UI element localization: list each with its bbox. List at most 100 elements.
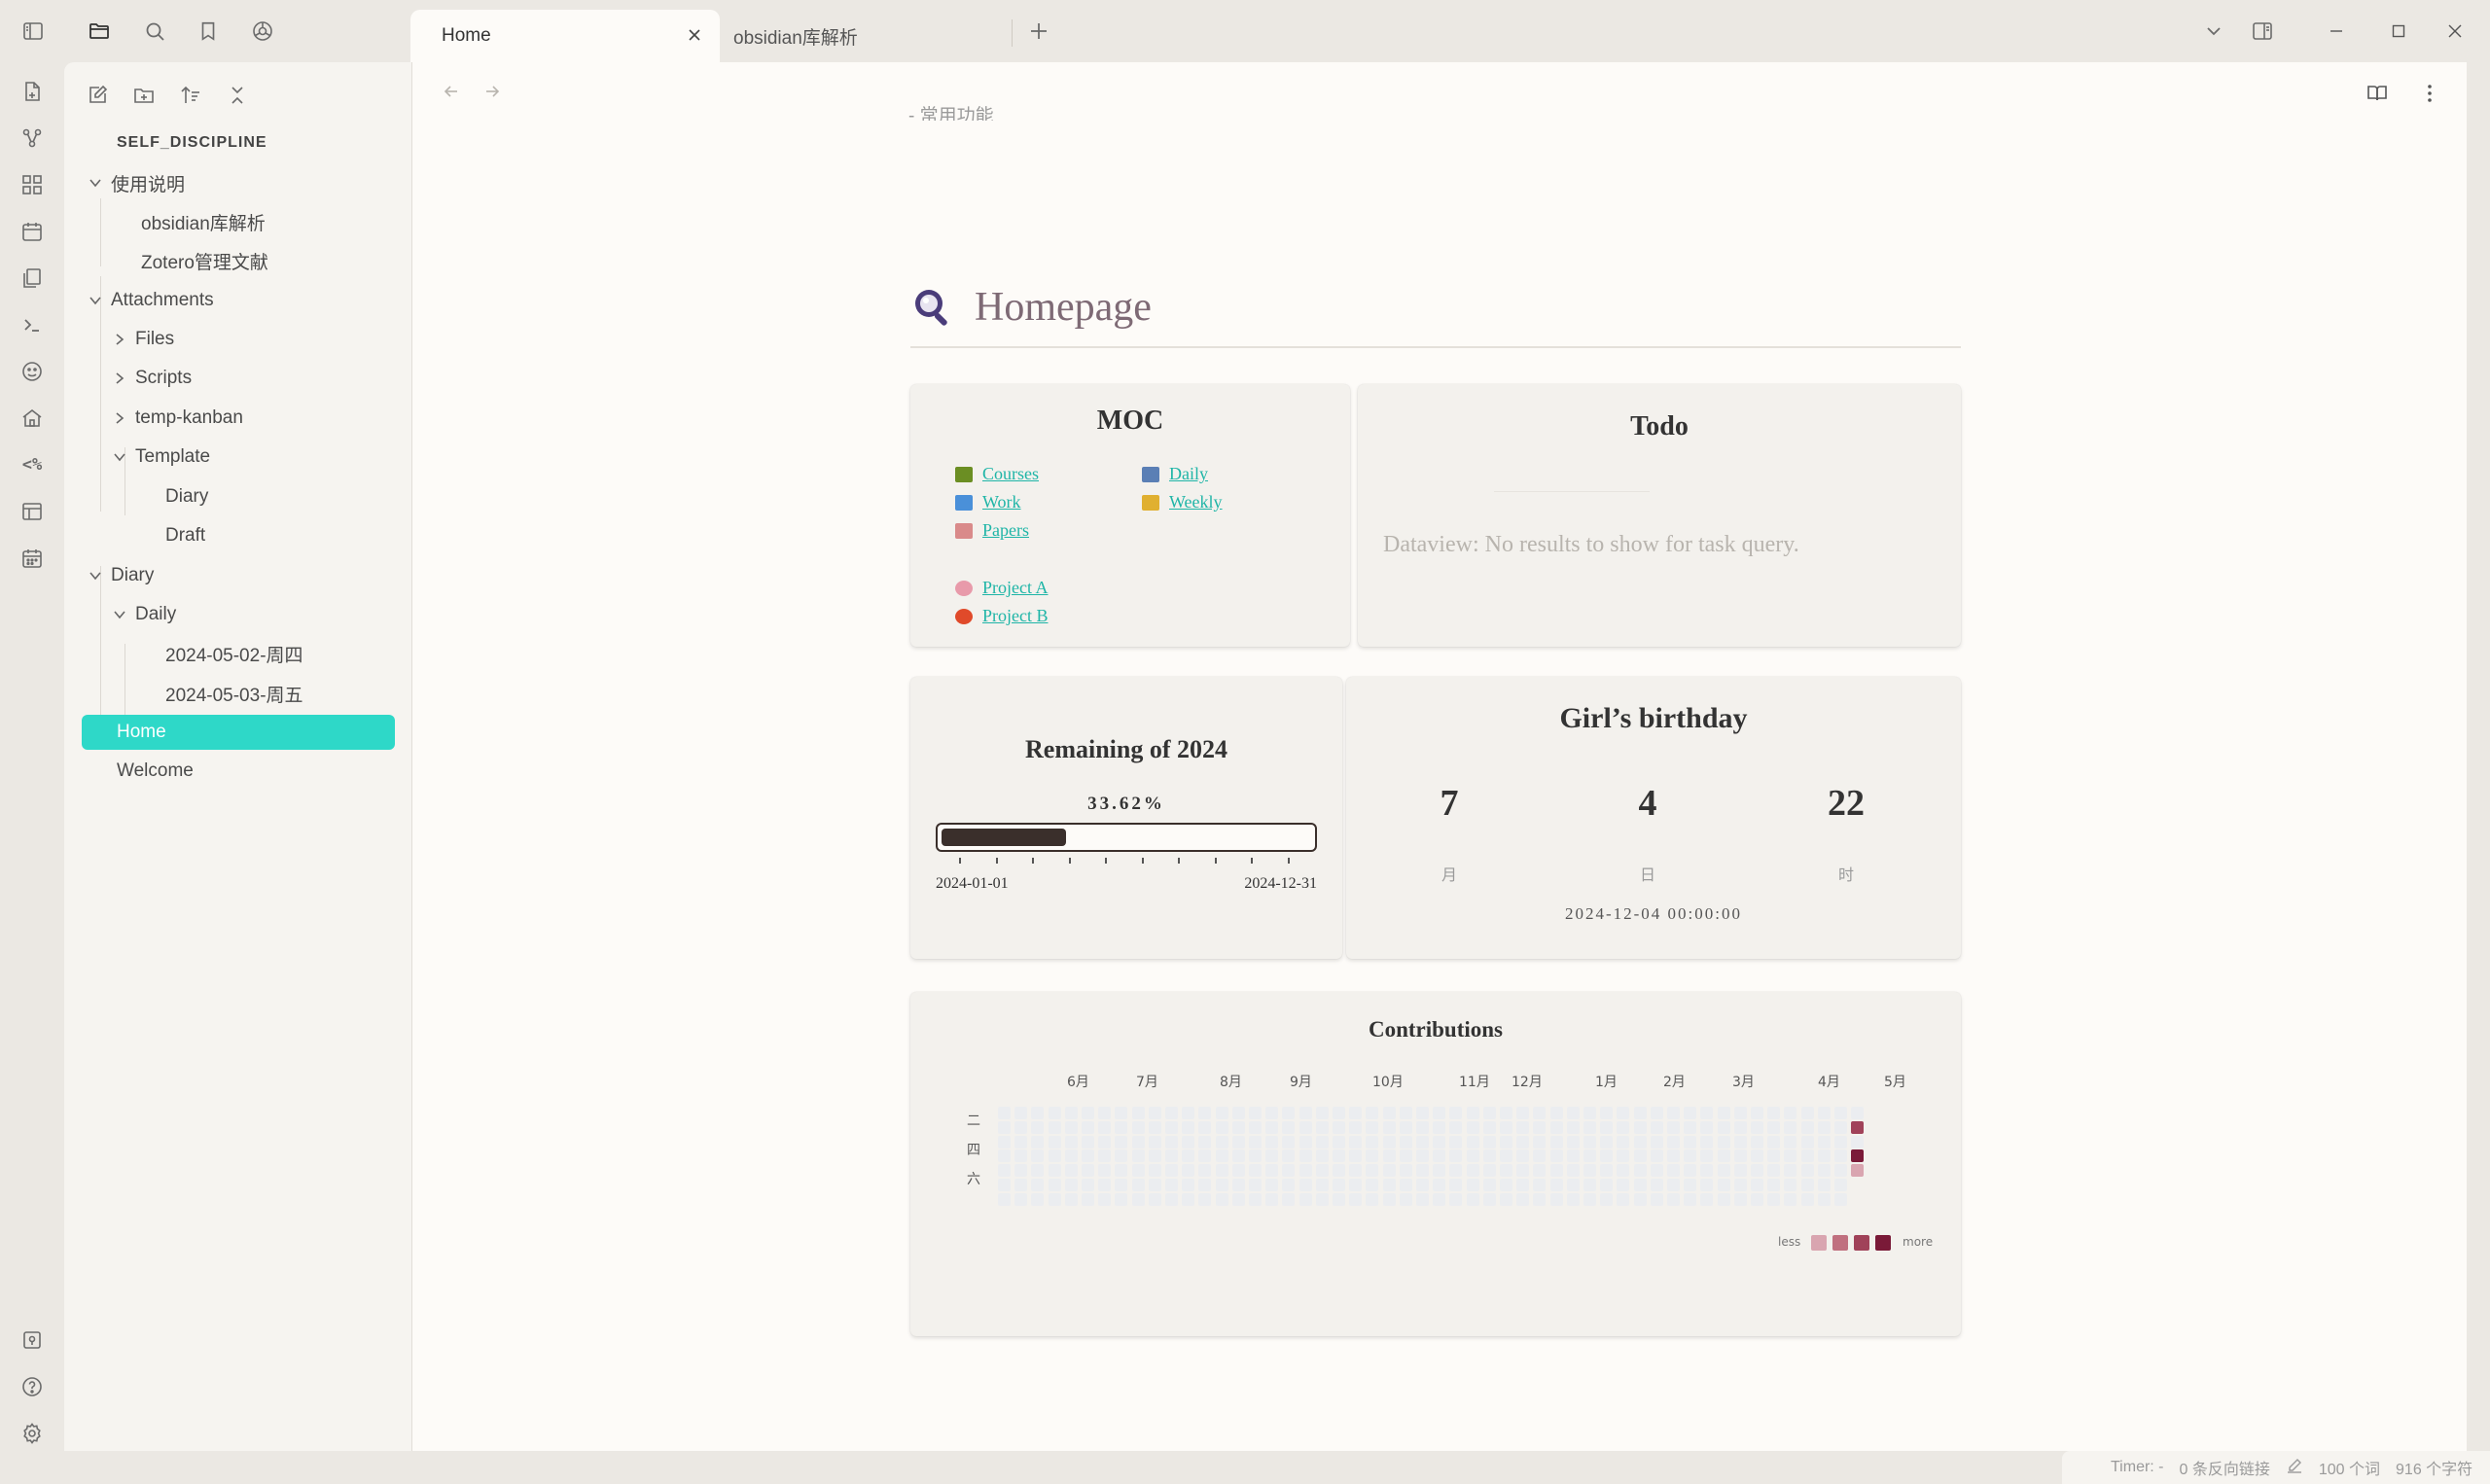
heatmap-cell[interactable]	[1566, 1149, 1580, 1163]
graph-view-icon[interactable]	[15, 121, 50, 156]
heatmap-cell[interactable]	[1064, 1135, 1078, 1148]
heatmap-cell[interactable]	[1449, 1164, 1463, 1178]
heatmap-cell[interactable]	[1148, 1164, 1161, 1178]
heatmap-cell[interactable]	[1131, 1107, 1145, 1119]
heatmap-cell[interactable]	[1549, 1192, 1563, 1206]
tree-folder-diary[interactable]: Diary	[86, 558, 154, 593]
heatmap-cell[interactable]	[1098, 1164, 1112, 1178]
heatmap-cell[interactable]	[1767, 1179, 1781, 1191]
moc-link-project-b[interactable]: Project B	[955, 606, 1049, 626]
heatmap-cell[interactable]	[1482, 1192, 1496, 1206]
heatmap-cell[interactable]	[1315, 1164, 1329, 1178]
heatmap-cell[interactable]	[1298, 1120, 1312, 1134]
heatmap-cell[interactable]	[1817, 1192, 1831, 1206]
heatmap-cell[interactable]	[1600, 1149, 1614, 1163]
heatmap-cell[interactable]	[1416, 1149, 1429, 1163]
heatmap-cell[interactable]	[1600, 1120, 1614, 1134]
heatmap-cell[interactable]	[1399, 1179, 1412, 1191]
more-options-icon[interactable]	[2412, 76, 2447, 111]
heatmap-cell[interactable]	[1433, 1164, 1446, 1178]
moc-link-papers[interactable]: Papers	[955, 520, 1029, 541]
heatmap-cell[interactable]	[1115, 1107, 1128, 1119]
heatmap-cell[interactable]	[998, 1149, 1011, 1163]
calendar-icon[interactable]	[15, 541, 50, 576]
heatmap-cell[interactable]	[1684, 1120, 1697, 1134]
heatmap-cell[interactable]	[1733, 1179, 1747, 1191]
heatmap-cell[interactable]	[1416, 1179, 1429, 1191]
heatmap-cell[interactable]	[1583, 1164, 1596, 1178]
heatmap-cell[interactable]	[1817, 1179, 1831, 1191]
heatmap-cell[interactable]	[1583, 1135, 1596, 1148]
heatmap-cell[interactable]	[1182, 1107, 1195, 1119]
heatmap-cell[interactable]	[1198, 1179, 1212, 1191]
heatmap-cell[interactable]	[998, 1120, 1011, 1134]
heatmap-cell[interactable]	[1231, 1120, 1245, 1134]
heatmap-cell[interactable]	[1048, 1149, 1061, 1163]
tree-folder-temp-kanban[interactable]: temp-kanban	[110, 401, 243, 436]
heatmap-cell[interactable]	[1600, 1107, 1614, 1119]
heatmap-cell[interactable]	[1482, 1149, 1496, 1163]
heatmap-cell[interactable]	[1215, 1135, 1228, 1148]
heatmap-cell[interactable]	[1617, 1107, 1630, 1119]
heatmap-cell[interactable]	[1717, 1164, 1730, 1178]
close-icon[interactable]	[683, 23, 706, 47]
heatmap-cell[interactable]	[1433, 1135, 1446, 1148]
heatmap-cell[interactable]	[1633, 1179, 1647, 1191]
heatmap-cell[interactable]	[1231, 1107, 1245, 1119]
heatmap-cell[interactable]	[1516, 1192, 1530, 1206]
heatmap-cell[interactable]	[1131, 1120, 1145, 1134]
heatmap-cell[interactable]	[1717, 1107, 1730, 1119]
heatmap-cell[interactable]	[1784, 1149, 1797, 1163]
templates-icon[interactable]	[15, 261, 50, 296]
tree-folder-scripts[interactable]: Scripts	[110, 361, 192, 396]
heatmap-cell[interactable]	[1349, 1135, 1363, 1148]
tree-file-draft[interactable]: Draft	[165, 518, 205, 553]
maximize-icon[interactable]	[2381, 14, 2416, 49]
heatmap-cell[interactable]	[998, 1164, 1011, 1178]
heatmap-cell[interactable]	[1700, 1192, 1714, 1206]
moc-link-courses[interactable]: Courses	[955, 464, 1039, 484]
templater-icon[interactable]: <%	[15, 447, 50, 482]
heatmap-cell[interactable]	[1014, 1107, 1028, 1119]
heatmap-cell[interactable]	[1600, 1192, 1614, 1206]
heatmap-cell[interactable]	[1366, 1164, 1379, 1178]
heatmap-cell[interactable]	[1733, 1192, 1747, 1206]
heatmap-cell[interactable]	[1249, 1135, 1262, 1148]
heatmap-cell[interactable]	[1533, 1179, 1547, 1191]
edit-pencil-icon[interactable]	[2286, 1457, 2303, 1479]
heatmap-cell[interactable]	[1834, 1149, 1847, 1163]
heatmap-cell[interactable]	[1667, 1164, 1680, 1178]
heatmap-cell[interactable]	[1382, 1135, 1396, 1148]
heatmap-cell[interactable]	[1500, 1164, 1512, 1178]
heatmap-cell[interactable]	[1165, 1135, 1178, 1148]
heatmap-cell[interactable]	[1064, 1120, 1078, 1134]
heatmap-cell[interactable]	[1282, 1120, 1296, 1134]
heatmap-cell[interactable]	[1784, 1164, 1797, 1178]
heatmap-cell[interactable]	[1215, 1120, 1228, 1134]
heatmap-cell[interactable]	[1198, 1120, 1212, 1134]
sidebar-toggle-icon[interactable]	[16, 14, 51, 49]
heatmap-cell[interactable]	[1482, 1164, 1496, 1178]
heatmap-cell[interactable]	[998, 1107, 1011, 1119]
heatmap-cell[interactable]	[1416, 1164, 1429, 1178]
heatmap-cell[interactable]	[998, 1135, 1011, 1148]
heatmap-cell[interactable]	[1298, 1179, 1312, 1191]
timer-status[interactable]: Timer: -	[2111, 1459, 2164, 1476]
heatmap-cell[interactable]	[1466, 1164, 1479, 1178]
heatmap-cell[interactable]	[1082, 1179, 1094, 1191]
heatmap-cell[interactable]	[1131, 1135, 1145, 1148]
heatmap-cell[interactable]	[1466, 1149, 1479, 1163]
heatmap-cell[interactable]	[1767, 1164, 1781, 1178]
heatmap-cell[interactable]	[1265, 1192, 1279, 1206]
heatmap-cell[interactable]	[1148, 1120, 1161, 1134]
heatmap-cell[interactable]	[1583, 1179, 1596, 1191]
heatmap-cell[interactable]	[1784, 1135, 1797, 1148]
heatmap-cell[interactable]	[1014, 1120, 1028, 1134]
heatmap-cell[interactable]	[1349, 1149, 1363, 1163]
heatmap-cell[interactable]	[1231, 1192, 1245, 1206]
heatmap-cell[interactable]	[1333, 1179, 1345, 1191]
heatmap-cell[interactable]	[1031, 1192, 1045, 1206]
heatmap-cell[interactable]	[1684, 1107, 1697, 1119]
heatmap-cell[interactable]	[1566, 1164, 1580, 1178]
minimize-icon[interactable]	[2319, 14, 2354, 49]
